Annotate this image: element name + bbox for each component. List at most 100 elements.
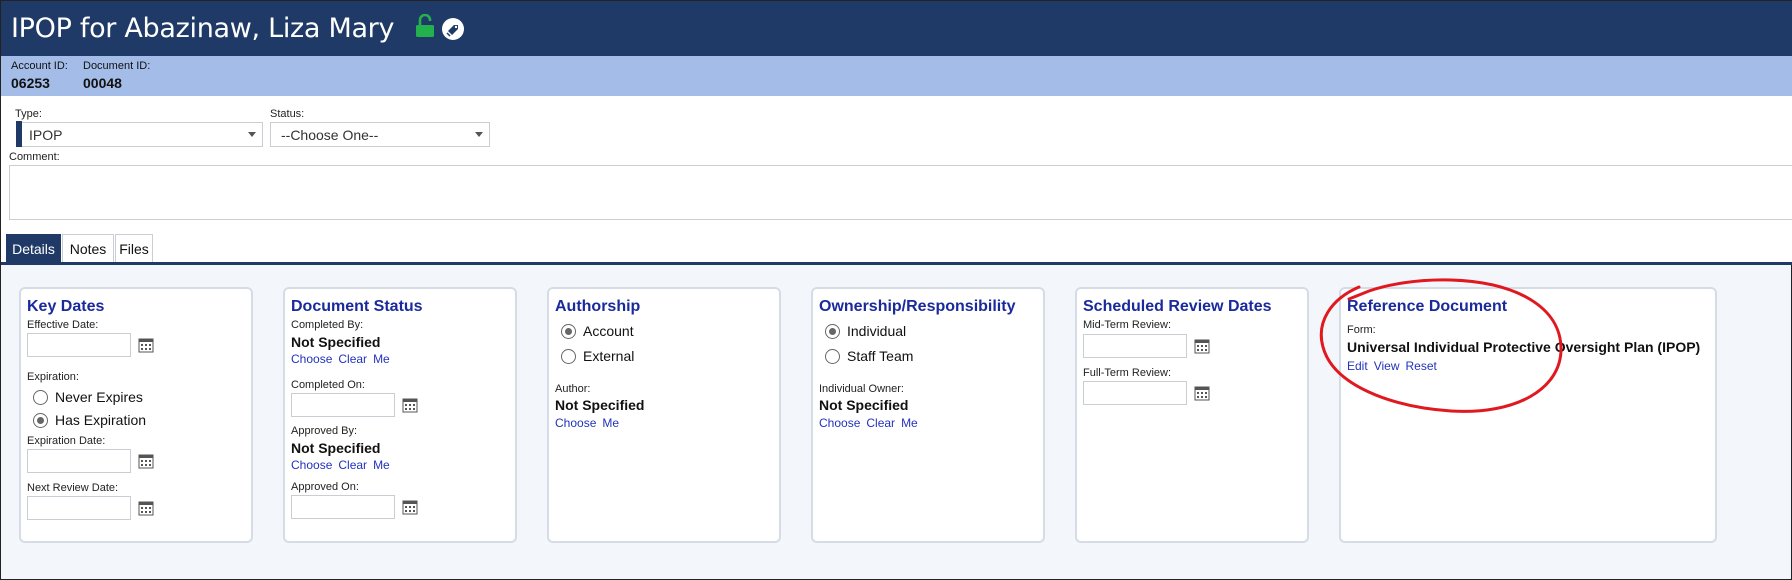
- tag-icon[interactable]: [441, 17, 465, 41]
- title-bar: IPOP for Abazinaw, Liza Mary: [1, 1, 1792, 56]
- id-bar: Account ID: 06253 Document ID: 00048: [1, 56, 1792, 96]
- key-dates-title: Key Dates: [27, 298, 105, 315]
- never-expires-option[interactable]: Never Expires: [33, 389, 143, 405]
- reference-document-title: Reference Document: [1347, 298, 1508, 315]
- authorship-title: Authorship: [555, 298, 641, 315]
- tab-notes[interactable]: Notes: [62, 234, 114, 263]
- external-radio[interactable]: [561, 348, 576, 364]
- calendar-icon[interactable]: [1194, 338, 1210, 354]
- account-id-label: Account ID:: [11, 60, 68, 72]
- calendar-icon[interactable]: [138, 337, 154, 353]
- account-id-value: 06253: [11, 75, 50, 91]
- tab-files[interactable]: Files: [115, 234, 153, 263]
- type-select[interactable]: IPOP: [16, 122, 263, 147]
- individual-option-label: Individual: [847, 323, 907, 339]
- clear-link[interactable]: Clear: [338, 352, 367, 366]
- individual-owner-label: Individual Owner:: [819, 383, 904, 395]
- chevron-down-icon: [248, 132, 256, 137]
- me-link[interactable]: Me: [901, 416, 918, 430]
- effective-date-input[interactable]: [27, 333, 131, 357]
- choose-link[interactable]: Choose: [555, 416, 596, 430]
- never-expires-label: Never Expires: [55, 389, 143, 405]
- tab-divider: [1, 262, 1792, 265]
- review-dates-card: Scheduled Review Dates Mid-Term Review: …: [1075, 287, 1309, 543]
- owner-links: Choose Clear Me: [819, 416, 924, 430]
- edit-link[interactable]: Edit: [1347, 359, 1368, 373]
- document-status-card: Document Status Completed By: Not Specif…: [283, 287, 517, 543]
- completed-by-label: Completed By:: [291, 319, 364, 331]
- staff-team-radio[interactable]: [825, 348, 840, 364]
- next-review-input[interactable]: [27, 496, 131, 520]
- clear-link[interactable]: Clear: [338, 458, 367, 472]
- comment-field[interactable]: [9, 165, 1792, 220]
- calendar-icon[interactable]: [138, 453, 154, 469]
- view-link[interactable]: View: [1374, 359, 1400, 373]
- completed-by-links: Choose Clear Me: [291, 352, 396, 366]
- document-id: Document ID: 00048: [83, 60, 150, 91]
- expiration-date-input[interactable]: [27, 449, 131, 473]
- open-lock-icon[interactable]: [414, 13, 436, 38]
- ownership-title: Ownership/Responsibility: [819, 298, 1016, 315]
- type-label: Type:: [15, 108, 42, 120]
- choose-link[interactable]: Choose: [291, 352, 332, 366]
- mid-term-label: Mid-Term Review:: [1083, 319, 1172, 331]
- full-term-input[interactable]: [1083, 381, 1187, 405]
- me-link[interactable]: Me: [373, 352, 390, 366]
- account-option[interactable]: Account: [561, 323, 634, 339]
- never-expires-radio[interactable]: [33, 389, 48, 405]
- choose-link[interactable]: Choose: [291, 458, 332, 472]
- page-title: IPOP for Abazinaw, Liza Mary: [11, 13, 395, 44]
- calendar-icon[interactable]: [402, 499, 418, 515]
- calendar-icon[interactable]: [138, 500, 154, 516]
- completed-by-value: Not Specified: [291, 334, 381, 350]
- tab-details[interactable]: Details: [6, 234, 61, 263]
- document-id-value: 00048: [83, 75, 122, 91]
- choose-link[interactable]: Choose: [819, 416, 860, 430]
- comment-label: Comment:: [9, 151, 60, 163]
- staff-team-option[interactable]: Staff Team: [825, 348, 913, 364]
- approved-by-label: Approved By:: [291, 425, 358, 437]
- calendar-icon[interactable]: [1194, 385, 1210, 401]
- approved-by-links: Choose Clear Me: [291, 458, 396, 472]
- author-label: Author:: [555, 383, 591, 395]
- reference-document-card: Reference Document Form: Universal Indiv…: [1339, 287, 1717, 543]
- next-review-label: Next Review Date:: [27, 482, 119, 494]
- calendar-icon[interactable]: [402, 397, 418, 413]
- document-id-label: Document ID:: [83, 60, 151, 72]
- effective-date-label: Effective Date:: [27, 319, 99, 331]
- author-value: Not Specified: [555, 397, 645, 413]
- me-link[interactable]: Me: [373, 458, 390, 472]
- ownership-card: Ownership/Responsibility Individual Staf…: [811, 287, 1045, 543]
- status-label: Status:: [270, 108, 305, 120]
- form-label: Form:: [1347, 324, 1376, 336]
- reference-links: Edit View Reset: [1347, 359, 1443, 373]
- completed-on-label: Completed On:: [291, 379, 365, 391]
- external-option-label: External: [583, 348, 635, 364]
- clear-link[interactable]: Clear: [866, 416, 895, 430]
- completed-on-input[interactable]: [291, 393, 395, 417]
- required-marker: [16, 121, 22, 147]
- approved-on-input[interactable]: [291, 495, 395, 519]
- external-option[interactable]: External: [561, 348, 634, 364]
- account-radio[interactable]: [561, 323, 576, 339]
- status-select[interactable]: --Choose One--: [270, 122, 490, 147]
- account-id: Account ID: 06253: [11, 60, 68, 91]
- me-link[interactable]: Me: [602, 416, 619, 430]
- full-term-label: Full-Term Review:: [1083, 367, 1172, 379]
- approved-by-value: Not Specified: [291, 440, 381, 456]
- key-dates-card: Key Dates Effective Date: Expiration: Ne…: [19, 287, 253, 543]
- account-option-label: Account: [583, 323, 634, 339]
- approved-on-label: Approved On:: [291, 481, 359, 493]
- has-expiration-label: Has Expiration: [55, 412, 147, 428]
- staff-team-option-label: Staff Team: [847, 348, 914, 364]
- reset-link[interactable]: Reset: [1405, 359, 1436, 373]
- has-expiration-radio[interactable]: [33, 412, 48, 428]
- review-dates-title: Scheduled Review Dates: [1083, 298, 1272, 315]
- type-select-value: IPOP: [29, 126, 63, 143]
- status-select-value: --Choose One--: [281, 126, 379, 143]
- form-value: Universal Individual Protective Oversigh…: [1347, 339, 1701, 355]
- individual-option[interactable]: Individual: [825, 323, 906, 339]
- mid-term-input[interactable]: [1083, 334, 1187, 358]
- has-expiration-option[interactable]: Has Expiration: [33, 412, 146, 428]
- individual-radio[interactable]: [825, 323, 840, 339]
